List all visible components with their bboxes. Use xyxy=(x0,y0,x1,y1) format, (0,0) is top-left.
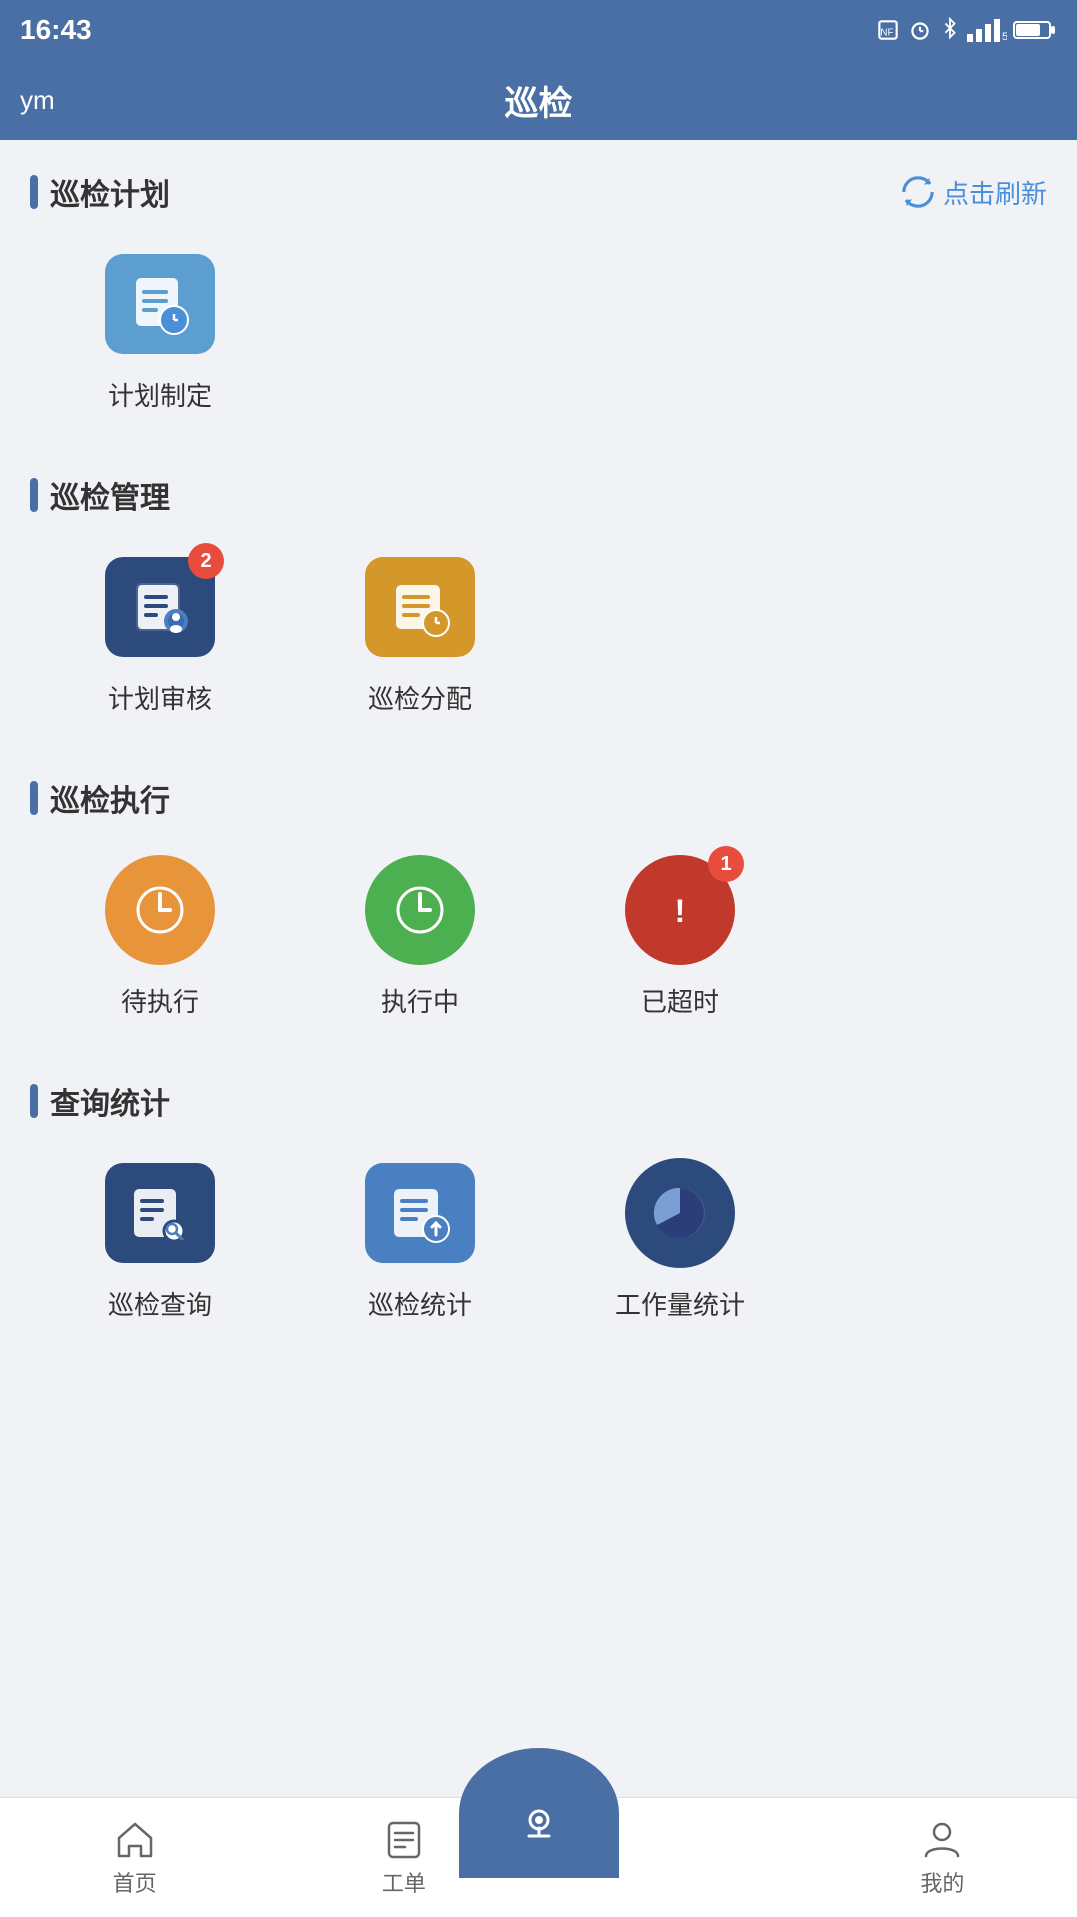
status-icons: NF 5G xyxy=(875,17,1057,43)
section-bar-exec xyxy=(30,781,38,815)
nav-label-mine: 我的 xyxy=(920,1866,964,1898)
patrol-query-icon-bg xyxy=(105,1163,215,1263)
patrol-assign-icon xyxy=(388,575,452,639)
section-title-wrap-stats: 查询统计 xyxy=(30,1079,170,1123)
patrol-plan-grid: 计划制定 xyxy=(30,244,1047,433)
nav-label-home: 首页 xyxy=(113,1866,157,1898)
section-title-query-stats: 查询统计 xyxy=(50,1079,170,1123)
nfc-icon: NF xyxy=(875,17,901,43)
overdue-label: 已超时 xyxy=(641,982,719,1019)
patrol-assign-icon-bg xyxy=(365,557,475,657)
in-progress-icon-bg xyxy=(365,855,475,965)
plan-setup-label: 计划制定 xyxy=(108,376,212,413)
nav-label-workorder: 工单 xyxy=(382,1866,426,1898)
signal-icon: 5G xyxy=(967,17,1007,43)
section-patrol-plan: 巡检计划 点击刷新 xyxy=(30,170,1047,433)
plan-setup-icon xyxy=(128,272,192,336)
patrol-query-icon xyxy=(128,1181,192,1245)
icon-wrap-workload-stats xyxy=(620,1153,740,1273)
section-bar-mgmt xyxy=(30,478,38,512)
nav-patrol-center-icon xyxy=(514,1798,564,1848)
refresh-label: 点击刷新 xyxy=(943,174,1047,211)
section-title-wrap-mgmt: 巡检管理 xyxy=(30,473,170,517)
section-patrol-execution: 巡检执行 待执行 xyxy=(30,776,1047,1039)
section-header-patrol-plan: 巡检计划 点击刷新 xyxy=(30,170,1047,214)
svg-text:NF: NF xyxy=(880,27,893,38)
patrol-execution-grid: 待执行 执行中 xyxy=(30,850,1047,1039)
svg-text:5G: 5G xyxy=(1002,31,1007,43)
battery-icon xyxy=(1013,17,1057,43)
section-patrol-management: 巡检管理 xyxy=(30,473,1047,736)
workload-stats-icon xyxy=(645,1178,715,1248)
grid-item-patrol-query[interactable]: 巡检查询 xyxy=(50,1153,270,1322)
patrol-management-grid: 2 计划审核 xyxy=(30,547,1047,736)
icon-wrap-patrol-assign xyxy=(360,547,480,667)
grid-item-plan-review[interactable]: 2 计划审核 xyxy=(50,547,270,716)
mine-icon xyxy=(921,1818,963,1860)
section-bar xyxy=(30,175,38,209)
refresh-button[interactable]: 点击刷新 xyxy=(901,174,1047,211)
icon-wrap-plan-setup xyxy=(100,244,220,364)
icon-wrap-pending xyxy=(100,850,220,970)
icon-wrap-overdue: ! 1 xyxy=(620,850,740,970)
status-time: 16:43 xyxy=(20,14,92,46)
bluetooth-icon xyxy=(939,17,961,43)
pending-label: 待执行 xyxy=(121,982,199,1019)
icon-wrap-in-progress xyxy=(360,850,480,970)
grid-item-pending[interactable]: 待执行 xyxy=(50,850,270,1019)
section-header-query-stats: 查询统计 xyxy=(30,1079,1047,1123)
home-icon xyxy=(114,1818,156,1860)
header-title: 巡检 xyxy=(505,76,573,125)
patrol-stats-label: 巡检统计 xyxy=(368,1285,472,1322)
header: ym 巡检 xyxy=(0,60,1077,140)
section-header-patrol-management: 巡检管理 xyxy=(30,473,1047,517)
nav-item-home[interactable]: 首页 xyxy=(0,1818,269,1898)
overdue-icon: ! xyxy=(650,880,710,940)
patrol-stats-icon xyxy=(388,1181,452,1245)
nav-item-mine[interactable]: 我的 xyxy=(808,1818,1077,1898)
icon-wrap-patrol-query xyxy=(100,1153,220,1273)
main-content: 巡检计划 点击刷新 xyxy=(0,140,1077,1797)
icon-wrap-plan-review: 2 xyxy=(100,547,220,667)
icon-wrap-patrol-stats xyxy=(360,1153,480,1273)
section-title-patrol-execution: 巡检执行 xyxy=(50,776,170,820)
section-bar-stats xyxy=(30,1084,38,1118)
section-title-wrap-exec: 巡检执行 xyxy=(30,776,170,820)
grid-item-workload-stats[interactable]: 工作量统计 xyxy=(570,1153,790,1322)
grid-item-in-progress[interactable]: 执行中 xyxy=(310,850,530,1019)
query-stats-grid: 巡检查询 xyxy=(30,1153,1047,1342)
grid-item-patrol-assign[interactable]: 巡检分配 xyxy=(310,547,530,716)
grid-item-plan-setup[interactable]: 计划制定 xyxy=(50,244,270,413)
section-title-patrol-plan: 巡检计划 xyxy=(50,170,170,214)
svg-text:!: ! xyxy=(675,893,686,929)
plan-review-label: 计划审核 xyxy=(108,679,212,716)
in-progress-icon xyxy=(390,880,450,940)
section-query-stats: 查询统计 xyxy=(30,1079,1047,1342)
workorder-icon xyxy=(383,1818,425,1860)
plan-review-icon xyxy=(128,575,192,639)
pending-icon-bg xyxy=(105,855,215,965)
workload-stats-label: 工作量统计 xyxy=(615,1285,745,1322)
patrol-query-label: 巡检查询 xyxy=(108,1285,212,1322)
alarm-icon xyxy=(907,17,933,43)
nav-center-patrol-button[interactable] xyxy=(459,1748,619,1878)
refresh-icon xyxy=(901,175,935,209)
section-header-patrol-execution: 巡检执行 xyxy=(30,776,1047,820)
in-progress-label: 执行中 xyxy=(381,982,459,1019)
patrol-stats-icon-bg xyxy=(365,1163,475,1263)
overdue-badge: 1 xyxy=(708,846,744,882)
header-user: ym xyxy=(20,85,55,116)
status-bar: 16:43 NF 5G xyxy=(0,0,1077,60)
plan-setup-icon-bg xyxy=(105,254,215,354)
grid-item-patrol-stats[interactable]: 巡检统计 xyxy=(310,1153,530,1322)
grid-item-overdue[interactable]: ! 1 已超时 xyxy=(570,850,790,1019)
section-title-wrap: 巡检计划 xyxy=(30,170,170,214)
workload-stats-icon-bg xyxy=(625,1158,735,1268)
plan-review-badge: 2 xyxy=(188,543,224,579)
pending-icon xyxy=(130,880,190,940)
patrol-assign-label: 巡检分配 xyxy=(368,679,472,716)
bottom-nav: 首页 工单 巡检 我的 xyxy=(0,1797,1077,1917)
section-title-patrol-management: 巡检管理 xyxy=(50,473,170,517)
